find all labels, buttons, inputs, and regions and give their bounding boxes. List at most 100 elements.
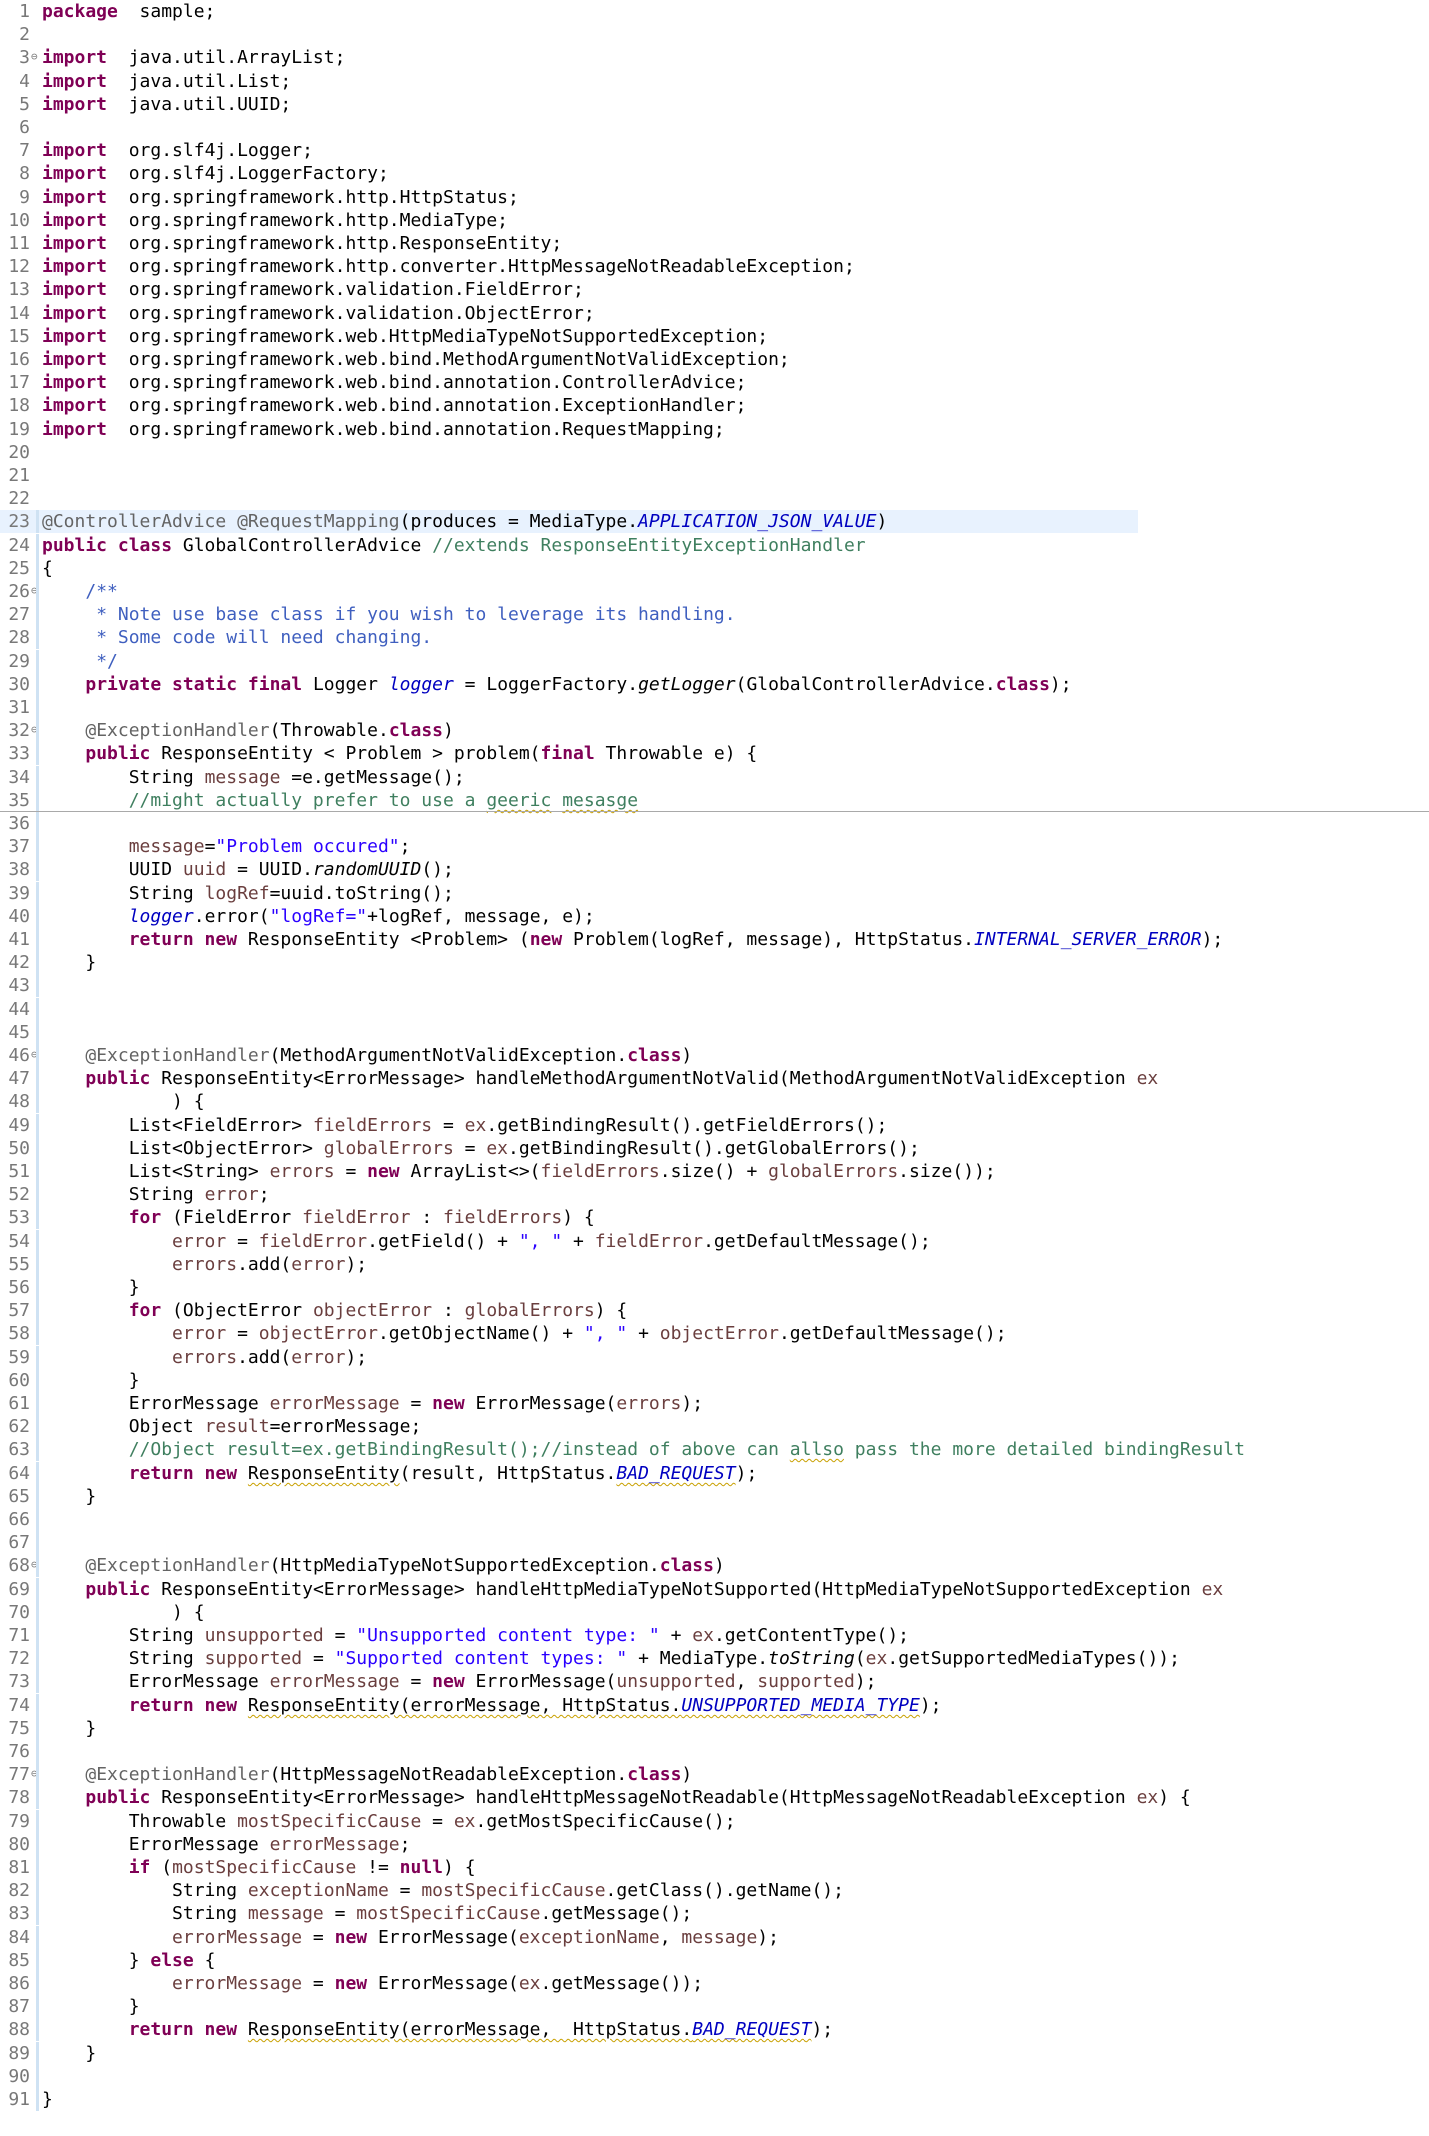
code-text[interactable]: error = fieldError.getField() + ", " + f… xyxy=(42,1230,931,1253)
code-text[interactable]: errorMessage = new ErrorMessage(ex.getMe… xyxy=(42,1972,703,1995)
code-text[interactable]: import java.util.UUID; xyxy=(42,93,291,116)
code-line[interactable]: 73 ErrorMessage errorMessage = new Error… xyxy=(0,1670,1429,1693)
code-text[interactable]: import org.springframework.web.bind.anno… xyxy=(42,418,725,441)
code-line[interactable]: 44 xyxy=(0,998,1429,1021)
code-text[interactable]: return new ResponseEntity <Problem> (new… xyxy=(42,928,1224,951)
code-line[interactable]: 55 errors.add(error); xyxy=(0,1253,1429,1276)
code-line[interactable]: 14 import org.springframework.validation.… xyxy=(0,302,1429,325)
code-line[interactable]: 87 } xyxy=(0,1995,1429,2018)
code-line[interactable]: 52 String error; xyxy=(0,1183,1429,1206)
code-line[interactable]: 61 ErrorMessage errorMessage = new Error… xyxy=(0,1392,1429,1415)
code-line[interactable]: 25 { xyxy=(0,557,1429,580)
code-line[interactable]: 27 * Note use base class if you wish to … xyxy=(0,603,1429,626)
code-line[interactable]: 80 ErrorMessage errorMessage; xyxy=(0,1833,1429,1856)
code-text[interactable]: } xyxy=(42,951,96,974)
code-line[interactable]: 23 @ControllerAdvice @RequestMapping(prod… xyxy=(0,510,1429,533)
code-text[interactable]: List<String> errors = new ArrayList<>(fi… xyxy=(42,1160,996,1183)
code-line[interactable]: 54 error = fieldError.getField() + ", " … xyxy=(0,1230,1429,1253)
code-line[interactable]: 17 import org.springframework.web.bind.an… xyxy=(0,371,1429,394)
code-text[interactable]: import org.springframework.http.HttpStat… xyxy=(42,186,519,209)
code-text[interactable]: } xyxy=(42,1485,96,1508)
code-text[interactable]: private static final Logger logger = Log… xyxy=(42,673,1071,696)
code-text[interactable]: public ResponseEntity<ErrorMessage> hand… xyxy=(42,1578,1223,1601)
code-line[interactable]: 43 xyxy=(0,974,1429,997)
code-line[interactable]: 49 List<FieldError> fieldErrors = ex.get… xyxy=(0,1114,1429,1137)
code-text[interactable]: String message = mostSpecificCause.getMe… xyxy=(42,1902,692,1925)
code-line[interactable]: 29 */ xyxy=(0,650,1429,673)
code-text[interactable]: import org.springframework.validation.Fi… xyxy=(42,278,584,301)
code-line[interactable]: 48 ) { xyxy=(0,1090,1429,1113)
code-text[interactable]: } xyxy=(42,2042,96,2065)
code-line[interactable]: 28 * Some code will need changing. xyxy=(0,626,1429,649)
code-text[interactable]: @ExceptionHandler(HttpMediaTypeNotSuppor… xyxy=(42,1554,724,1577)
code-text[interactable]: import org.slf4j.LoggerFactory; xyxy=(42,162,389,185)
code-line[interactable]: 47 public ResponseEntity<ErrorMessage> h… xyxy=(0,1067,1429,1090)
code-text[interactable]: * Some code will need changing. xyxy=(42,626,432,649)
code-text[interactable]: public ResponseEntity < Problem > proble… xyxy=(42,742,757,765)
code-text[interactable]: } xyxy=(42,2088,53,2111)
code-line[interactable]: 79 Throwable mostSpecificCause = ex.getM… xyxy=(0,1810,1429,1833)
code-text[interactable]: String unsupported = "Unsupported conten… xyxy=(42,1624,909,1647)
code-line[interactable]: 57 for (ObjectError objectError : global… xyxy=(0,1299,1429,1322)
code-text[interactable]: public ResponseEntity<ErrorMessage> hand… xyxy=(42,1067,1158,1090)
code-line[interactable]: 19 import org.springframework.web.bind.an… xyxy=(0,418,1429,441)
code-text[interactable]: /** xyxy=(42,580,118,603)
code-text[interactable]: public class GlobalControllerAdvice //ex… xyxy=(42,534,866,557)
code-text[interactable]: import org.springframework.web.HttpMedia… xyxy=(42,325,768,348)
code-line[interactable]: 69 public ResponseEntity<ErrorMessage> h… xyxy=(0,1578,1429,1601)
code-line[interactable]: 90 xyxy=(0,2065,1429,2088)
code-line[interactable]: 82 String exceptionName = mostSpecificCa… xyxy=(0,1879,1429,1902)
code-text[interactable]: String exceptionName = mostSpecificCause… xyxy=(42,1879,844,1902)
code-text[interactable]: UUID uuid = UUID.randomUUID(); xyxy=(42,858,454,881)
code-line[interactable]: 20 xyxy=(0,441,1429,464)
code-text[interactable]: @ControllerAdvice @RequestMapping(produc… xyxy=(42,510,887,533)
code-line[interactable]: 18 import org.springframework.web.bind.an… xyxy=(0,394,1429,417)
code-line[interactable]: 22 xyxy=(0,487,1429,510)
code-line[interactable]: 2 xyxy=(0,23,1429,46)
code-line[interactable]: 5 import java.util.UUID; xyxy=(0,93,1429,116)
code-line[interactable]: 24 public class GlobalControllerAdvice //… xyxy=(0,534,1429,557)
code-text[interactable]: String supported = "Supported content ty… xyxy=(42,1647,1180,1670)
code-text[interactable]: logger.error("logRef="+logRef, message, … xyxy=(42,905,595,928)
code-line[interactable]: 31 xyxy=(0,696,1429,719)
code-line[interactable]: 35 //might actually prefer to use a geer… xyxy=(0,789,1429,812)
code-text[interactable]: ErrorMessage errorMessage = new ErrorMes… xyxy=(42,1670,877,1693)
code-line[interactable]: 42 } xyxy=(0,951,1429,974)
code-line[interactable]: 26 ⊖ /** xyxy=(0,580,1429,603)
code-line[interactable]: 53 for (FieldError fieldError : fieldErr… xyxy=(0,1206,1429,1229)
code-line[interactable]: 15 import org.springframework.web.HttpMed… xyxy=(0,325,1429,348)
code-text[interactable]: } xyxy=(42,1276,140,1299)
code-text[interactable]: @ExceptionHandler(Throwable.class) xyxy=(42,719,453,742)
code-line[interactable]: 68 ⊖ @ExceptionHandler(HttpMediaTypeNotSu… xyxy=(0,1554,1429,1577)
code-text[interactable]: } xyxy=(42,1717,96,1740)
code-text[interactable]: */ xyxy=(42,650,118,673)
code-line[interactable]: 7 import org.slf4j.Logger; xyxy=(0,139,1429,162)
code-text[interactable]: { xyxy=(42,557,53,580)
code-text[interactable]: return new ResponseEntity(errorMessage, … xyxy=(42,2018,833,2041)
code-line[interactable]: 8 import org.slf4j.LoggerFactory; xyxy=(0,162,1429,185)
code-line[interactable]: 77 ⊖ @ExceptionHandler(HttpMessageNotRead… xyxy=(0,1763,1429,1786)
code-text[interactable]: for (FieldError fieldError : fieldErrors… xyxy=(42,1206,595,1229)
code-line[interactable]: 71 String unsupported = "Unsupported con… xyxy=(0,1624,1429,1647)
code-editor[interactable]: 1 package sample; 2 3 ⊖ import java.util.Arra… xyxy=(0,0,1429,2136)
code-line[interactable]: 59 errors.add(error); xyxy=(0,1346,1429,1369)
code-line[interactable]: 46 ⊖ @ExceptionHandler(MethodArgumentNotV… xyxy=(0,1044,1429,1067)
code-text[interactable]: import org.springframework.web.bind.Meth… xyxy=(42,348,790,371)
code-line[interactable]: 39 String logRef=uuid.toString(); xyxy=(0,882,1429,905)
code-text[interactable]: String logRef=uuid.toString(); xyxy=(42,882,454,905)
code-line[interactable]: 62 Object result=errorMessage; xyxy=(0,1415,1429,1438)
code-line[interactable]: 34 String message =e.getMessage(); xyxy=(0,766,1429,789)
code-text[interactable]: //might actually prefer to use a geeric … xyxy=(42,789,638,812)
code-line[interactable]: 64 return new ResponseEntity(result, Htt… xyxy=(0,1462,1429,1485)
code-text[interactable]: errors.add(error); xyxy=(42,1253,367,1276)
code-text[interactable]: for (ObjectError objectError : globalErr… xyxy=(42,1299,628,1322)
code-line[interactable]: 83 String message = mostSpecificCause.ge… xyxy=(0,1902,1429,1925)
code-line[interactable]: 13 import org.springframework.validation.… xyxy=(0,278,1429,301)
code-line[interactable]: 58 error = objectError.getObjectName() +… xyxy=(0,1322,1429,1345)
code-text[interactable]: package sample; xyxy=(42,0,215,23)
code-line[interactable]: 4 import java.util.List; xyxy=(0,70,1429,93)
code-line[interactable]: 3 ⊖ import java.util.ArrayList; xyxy=(0,46,1429,69)
code-text[interactable]: String message =e.getMessage(); xyxy=(42,766,465,789)
code-line[interactable]: 88 return new ResponseEntity(errorMessag… xyxy=(0,2018,1429,2041)
code-line[interactable]: 91} xyxy=(0,2088,1429,2111)
